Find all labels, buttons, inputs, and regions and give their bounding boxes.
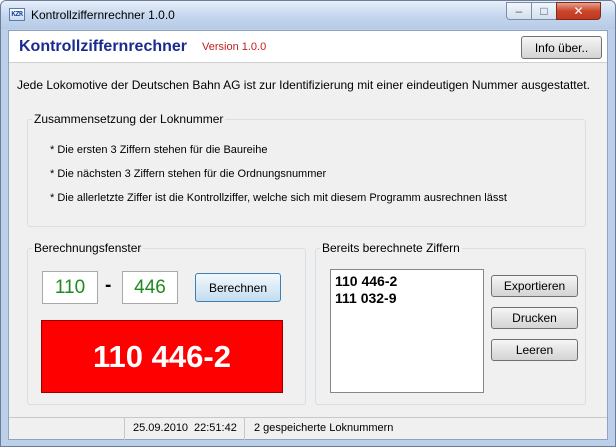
- series-input[interactable]: 110: [42, 271, 98, 304]
- client-area: Kontrollziffernrechner Version 1.0.0 Inf…: [8, 30, 608, 440]
- list-item[interactable]: 110 446-2: [335, 273, 479, 290]
- info-button[interactable]: Info über..: [521, 36, 602, 59]
- composition-group: Zusammensetzung der Loknummer * Die erst…: [27, 112, 586, 227]
- bullet-line: * Die ersten 3 Ziffern stehen für die Ba…: [50, 144, 268, 156]
- status-bar: 25.09.2010 22:51:42 2 gespeicherte Loknu…: [9, 417, 607, 440]
- calculate-button[interactable]: Berechnen: [195, 273, 281, 302]
- bullet-line: * Die allerletzte Ziffer ist die Kontrol…: [50, 192, 507, 204]
- maximize-button[interactable]: □: [531, 2, 557, 20]
- computed-group: Bereits berechnete Ziffern 110 446-2 111…: [315, 241, 586, 405]
- close-icon: ✕: [573, 4, 584, 18]
- clear-button[interactable]: Leeren: [491, 339, 578, 361]
- export-button[interactable]: Exportieren: [491, 275, 578, 297]
- print-button[interactable]: Drucken: [491, 307, 578, 329]
- number-separator: -: [105, 275, 112, 296]
- status-segment-datetime: [9, 418, 245, 440]
- list-item[interactable]: 111 032-9: [335, 290, 479, 307]
- maximize-icon: □: [540, 4, 548, 18]
- close-button[interactable]: ✕: [556, 2, 601, 20]
- result-display: 110 446-2: [41, 320, 283, 393]
- composition-title: Zusammensetzung der Loknummer: [32, 112, 226, 126]
- calc-app-icon: KZR: [9, 8, 25, 21]
- order-number-input[interactable]: 446: [122, 271, 178, 304]
- app-name: Kontrollziffernrechner: [19, 38, 188, 55]
- app-window: KZR Kontrollziffernrechner 1.0.0 – □ ✕ K…: [0, 0, 616, 447]
- computed-list[interactable]: 110 446-2 111 032-9: [330, 269, 484, 393]
- computed-title: Bereits berechnete Ziffern: [320, 241, 462, 255]
- minimize-button[interactable]: –: [506, 2, 532, 20]
- calc-group: Berechnungsfenster 110 - 446 Berechnen 1…: [27, 241, 306, 405]
- window-title: Kontrollziffernrechner 1.0.0: [31, 8, 175, 22]
- header-band: Kontrollziffernrechner Version 1.0.0 Inf…: [9, 31, 607, 63]
- minimize-icon: –: [515, 4, 523, 18]
- calc-title: Berechnungsfenster: [32, 241, 144, 255]
- version-label: Version 1.0.0: [202, 41, 267, 53]
- title-bar[interactable]: KZR Kontrollziffernrechner 1.0.0 – □ ✕: [1, 1, 615, 29]
- status-count: 2 gespeicherte Loknummern: [254, 422, 394, 434]
- intro-text: Jede Lokomotive der Deutschen Bahn AG is…: [17, 78, 590, 92]
- bullet-line: * Die nächsten 3 Ziffern stehen für die …: [50, 168, 327, 180]
